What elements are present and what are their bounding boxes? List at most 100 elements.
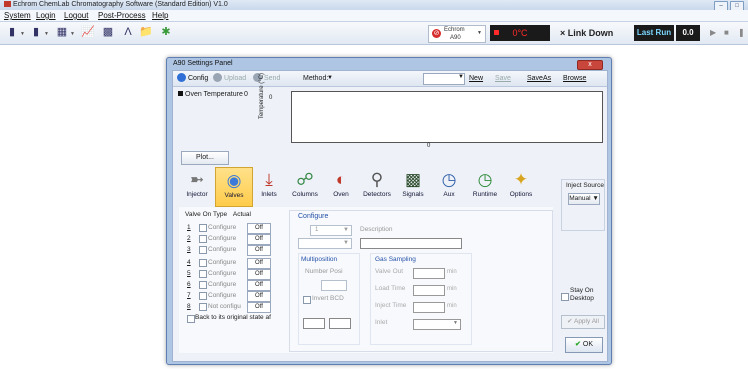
settings-dialog: A90 Settings Panel x Config Upload Send … [166,57,612,365]
category-aux[interactable]: ◷ Aux [431,167,467,205]
chevron-down-icon[interactable]: ▼ [70,31,75,37]
gas-input[interactable] [413,268,445,279]
toolbar-chart-button[interactable]: 📈 [80,25,96,40]
method-dropdown[interactable]: ▼ [423,73,465,85]
oven-checkbox[interactable] [178,91,183,96]
toolbar-bars-button[interactable]: ▩ [100,25,116,40]
save-as-button[interactable]: SaveAs [527,73,551,84]
valve-actual-state: Off [247,258,271,269]
new-button[interactable]: New [469,73,483,84]
category-signals[interactable]: ▩ Signals [395,167,431,205]
valve-number-dropdown[interactable]: 1 ▼ [310,225,352,236]
toolbar-new-button[interactable]: ▮ [4,25,20,40]
chevron-down-icon: ▼ [477,30,482,36]
toolbar-folder-button[interactable]: 📁 [138,25,154,40]
gas-input[interactable] [413,285,445,296]
position-input[interactable] [303,318,325,329]
led-icon [494,30,499,35]
valve-type-dropdown[interactable]: ▼ [298,238,352,249]
y-axis: Temperature (°C) 0 [259,72,272,133]
category-detectors[interactable]: ⚲ Detectors [359,167,395,205]
tab-config[interactable]: Config [177,73,208,84]
ok-button[interactable]: ✔ OK [565,337,603,353]
gas-input[interactable] [413,302,445,313]
valve-on-checkbox[interactable] [199,246,207,254]
menu-login[interactable]: Login [36,10,56,21]
inlet-icon: ⤓ [265,170,273,189]
category-injector[interactable]: ➼ Injector [179,167,215,205]
bars-icon: ▮ [8,26,16,38]
dialog-toolbar: Config Upload Send Method: ▼ ▼ New Save … [173,71,607,87]
valve-on-checkbox[interactable] [199,281,207,289]
invert-bcd-checkbox[interactable] [303,296,311,304]
info-icon [177,73,186,82]
column-icon: ☍ [296,170,314,189]
stay-on-desktop-checkbox[interactable] [561,293,569,301]
inject-source-dropdown[interactable]: Manual ▼ [568,193,600,205]
category-oven[interactable]: ◐ Oven [323,167,359,205]
signal-icon: ▩ [404,170,422,189]
stop-square-icon[interactable]: ■ [724,28,729,37]
method-label: Method: [303,75,329,82]
valve-on-checkbox[interactable] [199,235,207,243]
menu-post-process[interactable]: Post-Process [98,10,146,21]
toolbar-config-button[interactable]: ✱ [158,25,174,40]
instrument-label: Echrom A90 [444,27,465,41]
instrument-selector[interactable]: ⊘ Echrom A90 ▼ [428,25,486,43]
valve-on-checkbox[interactable] [199,303,207,311]
close-button[interactable]: x [577,60,603,70]
toolbar-open-button[interactable]: ▮ [28,25,44,40]
chart-icon: 📈 [81,26,95,38]
gas-row: Inlet ▼ [375,319,465,330]
oven-icon: ◐ [335,170,347,189]
valve-on-checkbox[interactable] [199,224,207,232]
valve-actual-state: Off [247,223,271,234]
back-to-original-checkbox[interactable] [187,315,195,323]
configure-group: Configure 1 ▼ ▼ Description Multiposition… [289,210,553,352]
dialog-title: A90 Settings Panel [173,60,233,67]
position-input[interactable] [329,318,351,329]
valve-row: 7 Configure Off [187,291,277,302]
valve-row: 6 Configure Off [187,280,277,291]
valve-on-checkbox[interactable] [199,270,207,278]
valve-actual-state: Off [247,280,271,291]
number-positions-input[interactable] [321,280,347,291]
category-columns[interactable]: ☍ Columns [287,167,323,205]
puzzle-icon: ✱ [161,26,171,38]
y-axis-label: Temperature (°C) [259,72,266,120]
valve-actual-state: Off [247,291,271,302]
gas-sampling-title: Gas Sampling [375,256,416,263]
folder-icon: 📁 [139,26,153,38]
browse-button[interactable]: Browse [563,73,586,84]
valve-row: 1 Configure Off [187,223,277,234]
valve-on-checkbox[interactable] [199,292,207,300]
number-positions-label: Number Posi [305,268,343,275]
inlet-dropdown[interactable]: ▼ [413,319,461,330]
category-inlets[interactable]: ⤓ Inlets [251,167,287,205]
plot-button[interactable]: Plot... [181,151,229,165]
pause-icon[interactable]: ❚ [738,28,745,37]
play-icon[interactable]: ▶ [710,28,716,37]
save-button[interactable]: Save [495,73,511,84]
menu-help[interactable]: Help [152,10,168,21]
bars-icon: ▮ [32,26,40,38]
stop-icon: ⊘ [432,29,441,38]
category-runtime[interactable]: ◷ Runtime [467,167,503,205]
chevron-down-icon[interactable]: ▼ [44,31,49,37]
apply-all-button[interactable]: ✔ Apply All [561,315,605,329]
tab-upload[interactable]: Upload [213,73,246,84]
category-valves[interactable]: ◉ Valves [215,167,253,207]
chevron-down-icon[interactable]: ▼ [20,31,25,37]
menu-logout[interactable]: Logout [64,10,88,21]
title-bar: Echrom ChemLab Chromatography Software (… [0,0,748,11]
toolbar-grid-button[interactable]: ▦ [54,25,70,40]
chevron-down-icon[interactable]: ▼ [327,73,333,84]
configure-title: Configure [298,213,329,220]
description-input[interactable] [360,238,462,249]
toolbar-peak-button[interactable]: Λ [120,25,136,40]
category-options[interactable]: ✦ Options [503,167,539,205]
menu-system[interactable]: System [4,10,31,21]
valve-on-checkbox[interactable] [199,259,207,267]
stay-on-desktop: Stay On Desktop [561,287,605,307]
peak-icon: Λ [124,26,132,38]
